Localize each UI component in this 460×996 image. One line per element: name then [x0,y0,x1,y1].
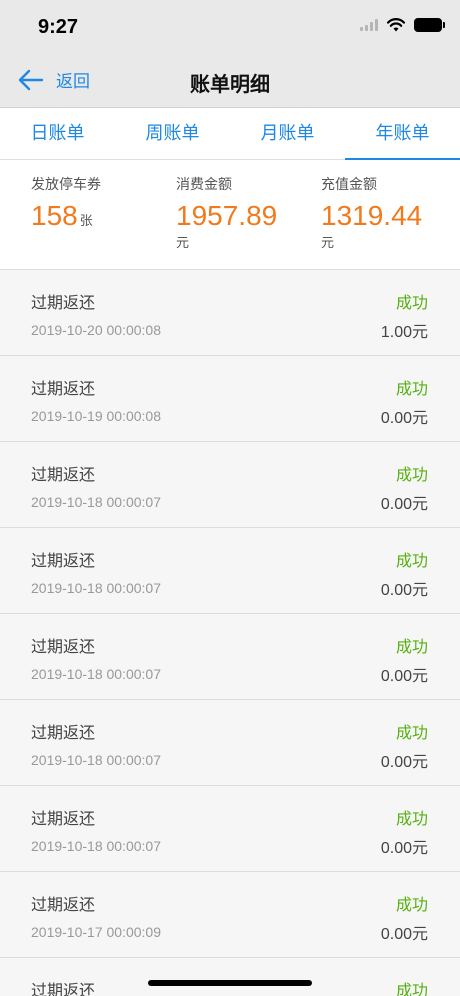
record-title: 过期返还 [31,639,96,656]
record-status: 成功 [395,725,428,742]
record-row[interactable]: 过期返还 2019-10-19 00:00:08 成功 0.00元 [0,356,460,442]
coupons-summary: 发放停车券 158 张 [31,174,101,232]
consumption-unit: 元 [176,235,190,250]
record-row[interactable]: 过期返还 2019-10-20 00:00:08 成功 1.00元 [0,270,460,356]
record-row[interactable]: 过期返还 2019-10-18 00:00:07 成功 0.00元 [0,442,460,528]
record-row[interactable]: 过期返还 2019-10-18 00:00:07 成功 0.00元 [0,786,460,872]
status-time: 9:27 [38,16,79,38]
recharge-summary: 充值金额 1319.44 元 [321,174,422,251]
record-row[interactable]: 过期返还 2019-10-18 00:00:07 成功 0.00元 [0,614,460,700]
record-time: 2019-10-18 00:00:07 [31,580,161,596]
record-amount: 0.00元 [380,496,428,513]
record-time: 2019-10-18 00:00:07 [31,494,161,510]
record-status: 成功 [395,639,428,656]
record-time: 2019-10-17 00:00:09 [31,924,161,940]
navigation-bar: 返回 账单明细 [0,50,460,108]
consumption-label: 消费金额 [176,176,232,192]
record-time: 2019-10-19 00:00:08 [31,408,161,424]
record-title: 过期返还 [31,467,96,484]
record-row[interactable]: 过期返还 成功 [0,958,460,996]
recharge-value: 1319.44 [321,200,423,231]
cellular-signal-icon [360,19,378,31]
record-amount: 1.00元 [380,324,428,341]
tab-yearly[interactable]: 年账单 [345,108,460,160]
record-title: 过期返还 [31,983,96,996]
record-status: 成功 [395,811,428,828]
page-title: 账单明细 [190,74,270,96]
record-title: 过期返还 [31,295,96,312]
record-amount: 0.00元 [380,840,428,857]
record-title: 过期返还 [31,897,96,914]
record-row[interactable]: 过期返还 2019-10-17 00:00:09 成功 0.00元 [0,872,460,958]
record-time: 2019-10-18 00:00:07 [31,838,161,854]
record-row[interactable]: 过期返还 2019-10-18 00:00:07 成功 0.00元 [0,700,460,786]
tab-monthly[interactable]: 月账单 [230,108,345,159]
record-status: 成功 [395,467,428,484]
record-status: 成功 [395,553,428,570]
record-list: 过期返还 2019-10-20 00:00:08 成功 1.00元 过期返还 2… [0,270,460,996]
record-amount: 0.00元 [380,582,428,599]
recharge-label: 充值金额 [321,176,377,192]
record-status: 成功 [395,295,428,312]
record-status: 成功 [395,897,428,914]
wifi-icon [387,18,405,32]
tab-daily[interactable]: 日账单 [0,108,115,159]
record-status: 成功 [395,983,428,996]
consumption-summary: 消费金额 1957.89 元 [176,174,277,251]
status-icons [360,18,445,32]
record-time: 2019-10-20 00:00:08 [31,322,161,338]
record-title: 过期返还 [31,811,96,828]
coupons-value: 158 张 [31,200,101,232]
record-status: 成功 [395,381,428,398]
consumption-value: 1957.89 [176,200,278,231]
record-amount: 0.00元 [380,926,428,943]
status-bar: 9:27 [0,0,460,50]
tab-weekly[interactable]: 周账单 [115,108,230,159]
coupons-label: 发放停车券 [31,176,101,192]
summary-panel: 发放停车券 158 张 消费金额 1957.89 元 充值金额 1319.44 元 [0,160,460,270]
record-title: 过期返还 [31,725,96,742]
record-row[interactable]: 过期返还 2019-10-18 00:00:07 成功 0.00元 [0,528,460,614]
recharge-unit: 元 [321,235,335,250]
record-time: 2019-10-18 00:00:07 [31,752,161,768]
record-title: 过期返还 [31,381,96,398]
record-amount: 0.00元 [380,410,428,427]
record-amount: 0.00元 [380,754,428,771]
battery-icon [414,18,445,32]
record-title: 过期返还 [31,553,96,570]
period-tabs: 日账单 周账单 月账单 年账单 [0,108,460,160]
home-indicator[interactable] [148,980,312,986]
coupons-unit: 张 [79,213,93,228]
record-amount: 0.00元 [380,668,428,685]
coupons-number: 158 [31,200,78,231]
record-time: 2019-10-18 00:00:07 [31,666,161,682]
